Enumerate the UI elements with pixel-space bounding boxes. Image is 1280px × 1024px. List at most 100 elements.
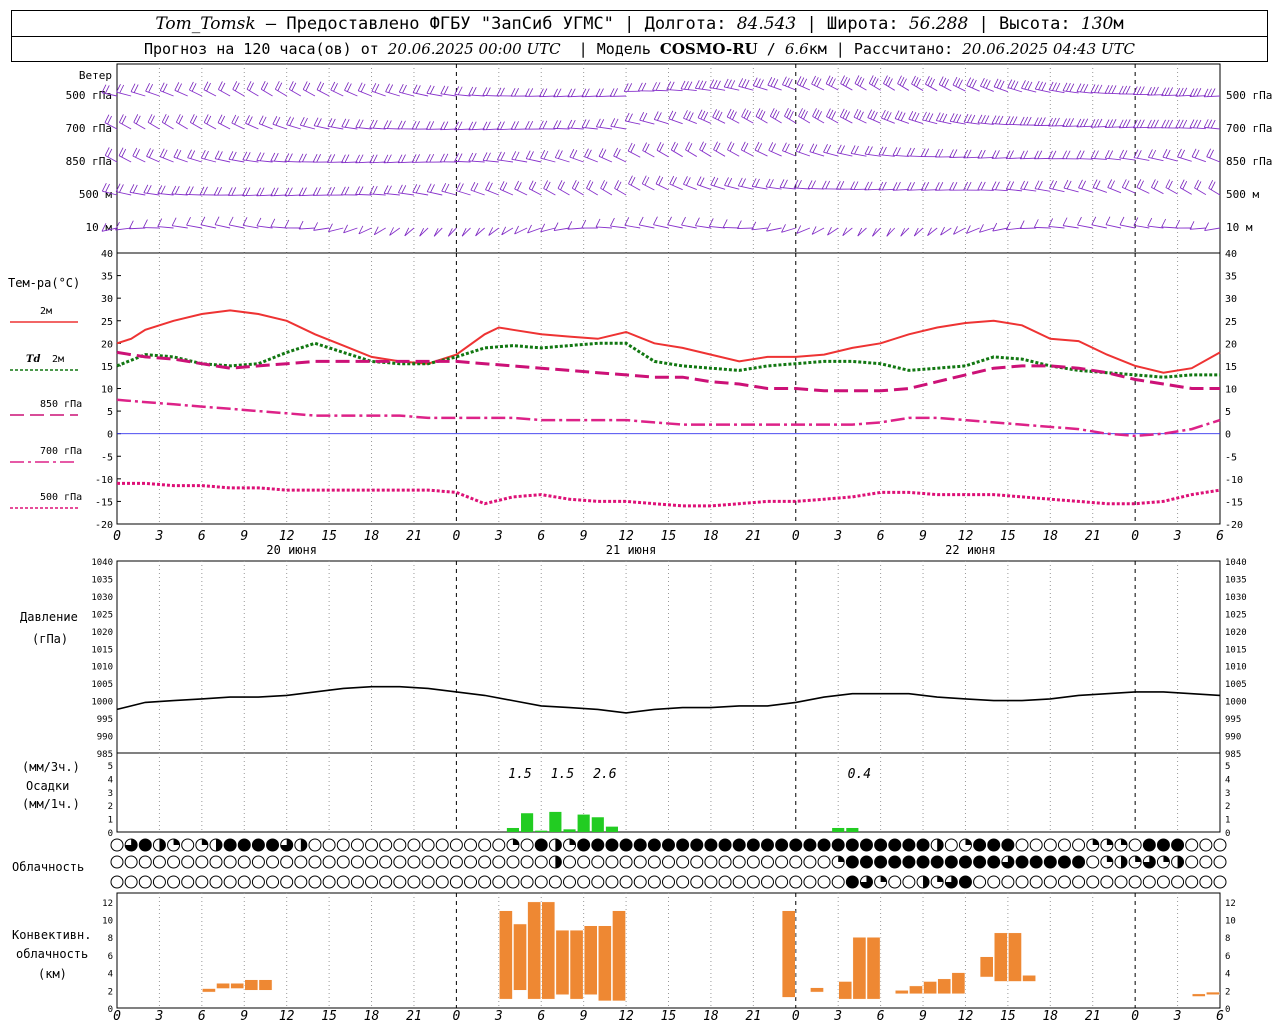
- convective-bar: [781, 910, 796, 998]
- cloud-cover-circle: [1171, 875, 1185, 889]
- precip-tick-label: 0: [108, 829, 113, 839]
- wind-barb: [1062, 125, 1079, 128]
- wind-barb-flag: [231, 151, 237, 161]
- wind-barb: [461, 227, 471, 237]
- wind-barb: [440, 128, 457, 131]
- convective-bar: [513, 923, 527, 991]
- wind-barb-flag: [1081, 180, 1086, 189]
- wind-barb: [907, 189, 924, 191]
- cloud-cover-circle: [1185, 855, 1199, 869]
- wind-barb-flag: [840, 75, 845, 84]
- wind-barb-flag: [1207, 88, 1212, 97]
- day-label: 21 июня: [606, 543, 657, 557]
- wind-barb: [176, 121, 188, 130]
- wind-barb-flag: [708, 218, 714, 227]
- wind-barb-flag: [696, 176, 702, 185]
- x-tick-label-bottom: 21: [746, 1009, 762, 1024]
- wind-barb-flag: [900, 112, 906, 121]
- wind-barb-flag: [514, 87, 519, 97]
- wind-barb-flag: [1065, 150, 1071, 159]
- wind-barb-flag: [468, 152, 474, 162]
- wind-barb: [724, 184, 740, 190]
- wind-barb-flag: [1021, 80, 1026, 89]
- cloud-cover-quarter: [838, 856, 845, 862]
- wind-barb-flag: [145, 82, 150, 92]
- x-tick-label-bottom: 6: [198, 1009, 206, 1024]
- wind-barb-flag: [1136, 179, 1142, 188]
- wind-barb-flag: [738, 78, 744, 87]
- wind-barb-flag: [639, 112, 645, 121]
- wind-barb-flag: [638, 82, 643, 92]
- wind-barb-flag: [412, 184, 418, 193]
- wind-barb: [808, 187, 825, 190]
- wind-barb-flag: [949, 149, 954, 158]
- wind-barb-flag: [1110, 180, 1115, 189]
- wind-barb-flag: [1052, 82, 1057, 91]
- cloud-cover-circle: [619, 875, 633, 889]
- wind-barb-flag: [248, 116, 253, 125]
- wind-barb-flag: [953, 113, 958, 123]
- wind-barb-flag: [683, 110, 688, 119]
- wind-barb-flag: [938, 182, 944, 191]
- wind-barb-flag: [191, 83, 197, 92]
- wind-barb: [667, 224, 683, 229]
- wind-barb-flag: [440, 121, 445, 130]
- wind-barb-flag: [729, 142, 735, 152]
- wind-barb: [130, 91, 146, 97]
- wind-barb: [864, 153, 881, 157]
- wind-barb-flag: [892, 182, 898, 191]
- wind-barb: [341, 126, 358, 130]
- wind-barb-flag: [686, 177, 691, 186]
- wind-barb-flag: [1175, 87, 1181, 97]
- wind-barb-flag: [291, 82, 297, 91]
- wind-barb: [1020, 227, 1037, 229]
- wind-barb: [468, 160, 485, 163]
- cloud-cover-circle: [322, 875, 336, 889]
- wind-barb-flag: [595, 218, 601, 228]
- wind-barb-flag: [133, 114, 139, 123]
- cloud-cover-circle: [435, 838, 449, 852]
- wind-barb-flag: [1168, 119, 1173, 129]
- wind-barb: [1208, 187, 1221, 196]
- wind-barb: [751, 227, 768, 231]
- cloud-cover-circle: [110, 838, 124, 852]
- meteogram-chart: Ветер 500 гПа 500 гПа 700 гПа 700 гПа 850 гПа…: [8, 63, 1272, 1024]
- wind-barb-flag: [925, 76, 930, 85]
- wind-barb-flag: [441, 182, 447, 192]
- convective-axis-unit: (км): [38, 967, 67, 981]
- wind-barb-flag: [924, 182, 930, 191]
- wind-barb-flag: [1019, 116, 1025, 126]
- wind-barb-flag: [302, 187, 307, 196]
- wind-barb: [419, 227, 429, 237]
- wind-barb: [1090, 91, 1107, 94]
- wind-barb: [1151, 187, 1164, 195]
- wind-barb-flag: [231, 187, 237, 196]
- wind-barb-flag: [203, 114, 209, 123]
- cloud-cover-circle: [492, 875, 506, 889]
- wind-barb-flag: [214, 150, 220, 159]
- x-tick-label: 15: [661, 529, 677, 544]
- cloud-cover-circle: [209, 875, 223, 889]
- wind-barb: [217, 122, 231, 130]
- wind-barb: [654, 119, 669, 125]
- wind-barb: [328, 227, 344, 233]
- wind-barb: [1119, 224, 1136, 229]
- cloud-cover-circle: [1156, 838, 1170, 852]
- wind-barb-flag: [443, 121, 449, 130]
- wind-barb-flag: [1118, 85, 1124, 95]
- x-tick-label-bottom: 0: [452, 1009, 460, 1024]
- wind-barb-flag: [1153, 180, 1159, 189]
- wind-barb-flag: [614, 180, 619, 189]
- legend-label: 500 гПа: [40, 492, 82, 503]
- cloud-cover-circle: [577, 838, 591, 852]
- precip-total-label: 1.5: [551, 767, 575, 782]
- wind-barb-flag: [709, 79, 715, 88]
- wind-barb-flag: [1024, 80, 1030, 90]
- wind-barb-flag: [517, 182, 522, 191]
- temp-tick-label-right: 5: [1225, 407, 1231, 418]
- wind-barb-flag: [581, 88, 587, 97]
- wind-barb-flag: [993, 78, 999, 87]
- wind-barb: [1049, 187, 1065, 193]
- x-tick-label-bottom: 3: [494, 1009, 503, 1024]
- cloud-cover-circle: [478, 875, 492, 889]
